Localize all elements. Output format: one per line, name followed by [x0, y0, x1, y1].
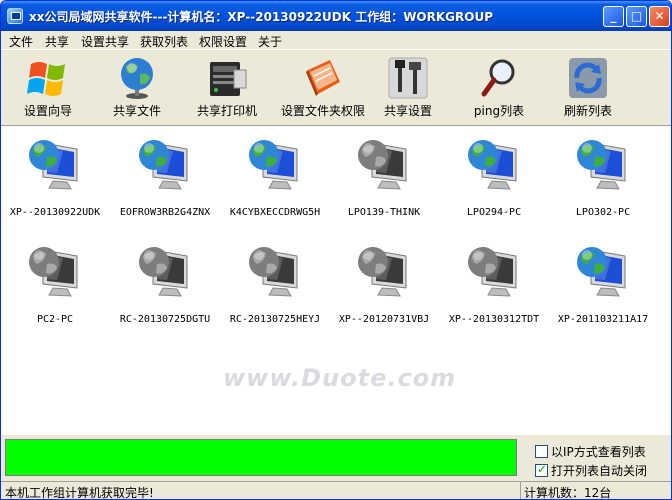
magnifier-icon: [481, 59, 515, 97]
ping-list-button[interactable]: ping列表: [456, 54, 542, 122]
computer-item[interactable]: PC2-PC: [1, 238, 109, 338]
computer-icon: [249, 140, 298, 190]
toolbar: 设置向导 共享文件 共享打印机 设置文件夹权限 共享设置 ping列表 刷新列表: [1, 49, 671, 124]
title-bar[interactable]: xx公司局域网共享软件---计算机名：XP--20130922UDK 工作组：W…: [1, 1, 671, 31]
computer-item[interactable]: EOFROW3RB2G4ZNX: [111, 131, 219, 231]
computer-item[interactable]: LPO139-THINK: [330, 131, 438, 231]
computer-icon: [139, 247, 188, 297]
progress-bar: [5, 439, 517, 476]
computer-item[interactable]: K4CYBXECCDRWG5H: [221, 131, 329, 231]
computer-item[interactable]: XP-201103211A17: [549, 238, 657, 338]
computer-icon: [577, 140, 626, 190]
computer-name: XP-201103211A17: [557, 314, 649, 325]
checkbox-box[interactable]: [535, 462, 548, 477]
computer-count: 计算机数：12台: [520, 482, 611, 499]
computer-name: RC-20130725DGTU: [119, 314, 211, 325]
computer-icon: [358, 247, 407, 297]
notebook-icon: [306, 60, 340, 96]
checkbox-label: 打开列表自动关闭: [551, 464, 648, 478]
view-by-ip-checkbox[interactable]: 以IP方式查看列表: [535, 443, 646, 460]
computer-icon: [249, 247, 298, 297]
share-files-button[interactable]: 共享文件: [94, 54, 180, 122]
computer-item[interactable]: XP--20130312TDT: [440, 238, 548, 338]
toolbar-label: 刷新列表: [563, 104, 612, 118]
window-title: xx公司局域网共享软件---计算机名：XP--20130922UDK 工作组：W…: [29, 10, 494, 24]
status-bar: 本机工作组计算机获取完毕! 计算机数：12台: [1, 481, 671, 500]
close-button[interactable]: ✕: [649, 6, 670, 27]
computer-icon: [358, 140, 407, 190]
computer-item[interactable]: XP--20120731VBJ: [330, 238, 438, 338]
computer-icon: [468, 140, 517, 190]
app-window: xx公司局域网共享软件---计算机名：XP--20130922UDK 工作组：W…: [0, 0, 672, 500]
menu-set-share[interactable]: 设置共享: [81, 33, 129, 50]
menu-file[interactable]: 文件: [9, 33, 33, 50]
computer-icon: [139, 140, 188, 190]
computer-icon: [468, 247, 517, 297]
share-settings-button[interactable]: 共享设置: [365, 54, 451, 122]
menu-permissions[interactable]: 权限设置: [199, 33, 247, 50]
computer-item[interactable]: RC-20130725DGTU: [111, 238, 219, 338]
computer-item[interactable]: RC-20130725HEYJ: [221, 238, 329, 338]
status-message: 本机工作组计算机获取完毕!: [5, 486, 154, 500]
folder-permission-button[interactable]: 设置文件夹权限: [273, 54, 373, 122]
toolbar-label: 设置向导: [23, 104, 72, 118]
minimize-button[interactable]: _: [603, 6, 624, 27]
toolbar-label: ping列表: [473, 104, 525, 118]
toolbar-label: 设置文件夹权限: [280, 104, 365, 118]
computer-name: LPO139-THINK: [347, 207, 421, 218]
printer-server-icon: [210, 62, 247, 96]
app-icon: [7, 8, 23, 24]
checkbox-box[interactable]: [535, 445, 548, 458]
windows-flag-icon: [27, 62, 65, 96]
setup-wizard-button[interactable]: 设置向导: [5, 54, 91, 122]
menu-get-list[interactable]: 获取列表: [140, 33, 188, 50]
computer-item[interactable]: XP--20130922UDK: [1, 131, 109, 231]
menu-share[interactable]: 共享: [45, 33, 69, 50]
computer-icon: [577, 247, 626, 297]
computer-name: EOFROW3RB2G4ZNX: [119, 207, 211, 218]
menu-bar: 文件 共享 设置共享 获取列表 权限设置 关于: [1, 31, 671, 49]
computer-item[interactable]: LPO302-PC: [549, 131, 657, 231]
computer-item[interactable]: LPO294-PC: [440, 131, 548, 231]
tools-icon: [388, 57, 428, 99]
computer-name: LPO302-PC: [575, 207, 631, 218]
share-printer-button[interactable]: 共享打印机: [184, 54, 270, 122]
computer-name: XP--20120731VBJ: [338, 314, 430, 325]
refresh-list-button[interactable]: 刷新列表: [545, 54, 631, 122]
auto-close-checkbox[interactable]: 打开列表自动关闭: [535, 462, 647, 479]
toolbar-label: 共享文件: [112, 104, 161, 118]
watermark: www.Duote.com: [223, 364, 457, 392]
computer-list: www.Duote.com XP--20130922UDK EOFROW3RB2G…: [1, 125, 671, 435]
globe-icon: [121, 58, 153, 99]
maximize-button[interactable]: □: [626, 6, 647, 27]
refresh-icon: [569, 58, 607, 98]
checkbox-label: 以IP方式查看列表: [551, 445, 646, 459]
computer-icon: [29, 247, 78, 297]
menu-about[interactable]: 关于: [258, 33, 282, 50]
toolbar-label: 共享设置: [383, 104, 432, 118]
computer-icon: [29, 140, 78, 190]
toolbar-label: 共享打印机: [196, 104, 257, 118]
bottom-panel: 以IP方式查看列表 打开列表自动关闭: [1, 435, 671, 481]
